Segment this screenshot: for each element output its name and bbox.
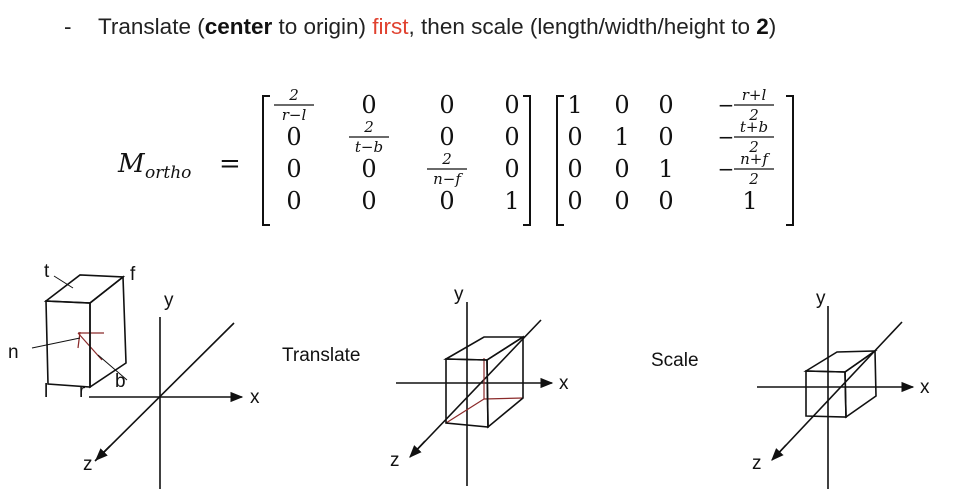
scale-matrix-cell-1-3: 0 xyxy=(504,123,519,151)
translate-matrix-cell-1-2: 0 xyxy=(658,123,673,151)
axis-label-y-2: y xyxy=(454,284,464,305)
axis-label-z-3: z xyxy=(752,453,762,474)
axis-label-y-3: y xyxy=(816,288,826,309)
bullet-dash: - xyxy=(64,14,72,39)
bullet-line: - Translate (center to origin) first, the… xyxy=(64,14,776,40)
bullet-red-first: first xyxy=(372,14,409,39)
numerator: n+f xyxy=(740,150,770,168)
lhs-subscript: ortho xyxy=(145,163,191,183)
translated-figure xyxy=(396,302,554,486)
scale-matrix-cell-0-1: 0 xyxy=(361,91,376,119)
numerator: 2 xyxy=(441,150,452,168)
translate-step-label: Translate xyxy=(282,345,361,366)
translate-matrix-cell-3-0: 0 xyxy=(567,187,582,215)
transform-figures: t f n l r b y x z Translate y x z Scale xyxy=(8,261,930,489)
label-b: b xyxy=(115,371,126,392)
denominator: r−l xyxy=(282,106,307,124)
axis-label-x-2: x xyxy=(559,373,569,394)
translated-box-top xyxy=(443,336,526,361)
scale-matrix-left-bracket xyxy=(262,95,270,226)
scale-matrix-cell-1-1: 2 t−b xyxy=(349,118,389,156)
scale-matrix-cell-2-2: 2 n−f xyxy=(427,150,467,188)
axis-label-z-1: z xyxy=(83,454,93,475)
scale-matrix-cell-0-2: 0 xyxy=(439,91,454,119)
translate-matrix: 1 0 0− r+l20 1 0− t+b20 0 1− n+f20 0 0 1 xyxy=(567,86,774,215)
denominator: t−b xyxy=(355,138,383,156)
minus-sign: − xyxy=(718,157,735,181)
translate-matrix-cell-3-3: 1 xyxy=(742,187,757,215)
scale-matrix-right-bracket xyxy=(523,95,531,226)
translate-matrix-cell-1-0: 0 xyxy=(567,123,582,151)
scale-matrix-cell-3-2: 0 xyxy=(439,187,454,215)
scale-matrix-cell-2-1: 0 xyxy=(361,155,376,183)
scale-step-label: Scale xyxy=(651,350,699,371)
view-volume-box xyxy=(43,274,127,389)
lhs-symbol: M xyxy=(117,149,146,179)
axis-label-x-1: x xyxy=(250,387,260,408)
minus-sign: − xyxy=(718,93,735,117)
scale-matrix-cell-0-0: 2 r−l xyxy=(274,86,314,124)
denominator: 2 xyxy=(748,170,759,188)
bullet-text-4: ) xyxy=(768,14,777,39)
scale-matrix-cell-3-0: 0 xyxy=(286,187,301,215)
minus-sign: − xyxy=(718,125,735,149)
label-t: t xyxy=(44,261,50,282)
numerator: r+l xyxy=(742,86,767,104)
bullet-text-2: to origin) xyxy=(272,14,373,39)
scale-matrix-cell-0-3: 0 xyxy=(504,91,519,119)
label-l: l xyxy=(44,381,48,402)
z-axis-line-3 xyxy=(772,321,903,460)
hidden-edge-2c xyxy=(445,398,485,424)
translate-matrix-cell-2-3: − n+f 2 xyxy=(718,150,774,188)
axis-label-x-3: x xyxy=(920,377,930,398)
scaled-figure xyxy=(757,306,915,489)
translate-matrix-cell-3-1: 0 xyxy=(614,187,629,215)
z-axis-line-2 xyxy=(410,319,542,457)
box-top-face xyxy=(43,274,126,304)
bullet-bold-2: 2 xyxy=(756,14,769,39)
translate-matrix-right-bracket xyxy=(786,95,794,226)
ortho-matrix-equation: M ortho = 2r−l 0 0 00 2t−b 0 00 0 2n−f 00 0 0 1 1 0 0−… xyxy=(117,86,794,226)
translate-matrix-cell-2-1: 0 xyxy=(614,155,629,183)
z-axis-line-1 xyxy=(94,322,235,462)
scale-matrix-cell-1-2: 0 xyxy=(439,123,454,151)
translate-matrix-cell-0-1: 0 xyxy=(614,91,629,119)
scaled-box-front xyxy=(805,370,847,418)
scale-matrix: 2r−l 0 0 00 2t−b 0 00 0 2n−f 00 0 0 1 xyxy=(274,86,520,215)
original-figure xyxy=(31,274,244,489)
translate-matrix-cell-3-2: 0 xyxy=(658,187,673,215)
translate-matrix-left-bracket xyxy=(556,95,564,226)
equals-sign: = xyxy=(219,149,241,179)
translate-matrix-cell-1-1: 1 xyxy=(614,123,629,151)
numerator: t+b xyxy=(740,118,768,136)
label-r: r xyxy=(79,381,86,402)
denominator: n−f xyxy=(433,170,463,188)
translated-box-side xyxy=(486,335,524,429)
label-f: f xyxy=(130,264,136,285)
scale-matrix-cell-2-3: 0 xyxy=(504,155,519,183)
numerator: 2 xyxy=(363,118,374,136)
axis-label-y-1: y xyxy=(164,290,174,311)
translate-matrix-cell-0-2: 0 xyxy=(658,91,673,119)
axis-label-z-2: z xyxy=(390,450,400,471)
label-n: n xyxy=(8,342,19,363)
scaled-box-side xyxy=(844,349,877,419)
scale-matrix-cell-1-0: 0 xyxy=(286,123,301,151)
n-pointer xyxy=(31,337,81,349)
z-axis-arrow-2 xyxy=(409,440,426,458)
translate-matrix-cell-2-2: 1 xyxy=(658,155,673,183)
scale-matrix-cell-3-3: 1 xyxy=(504,187,519,215)
scale-matrix-cell-3-1: 0 xyxy=(361,187,376,215)
numerator: 2 xyxy=(288,86,299,104)
z-axis-arrow-3 xyxy=(771,444,787,461)
hidden-edge-2b xyxy=(483,397,524,400)
bullet-text-3: , then scale (length/width/height to xyxy=(408,14,757,39)
scale-matrix-cell-2-0: 0 xyxy=(286,155,301,183)
translate-matrix-cell-0-0: 1 xyxy=(567,91,582,119)
bullet-bold-center: center xyxy=(204,14,273,39)
z-axis-arrow-1 xyxy=(95,445,111,461)
translate-matrix-cell-2-0: 0 xyxy=(567,155,582,183)
bullet-text-1: Translate ( xyxy=(98,14,205,39)
